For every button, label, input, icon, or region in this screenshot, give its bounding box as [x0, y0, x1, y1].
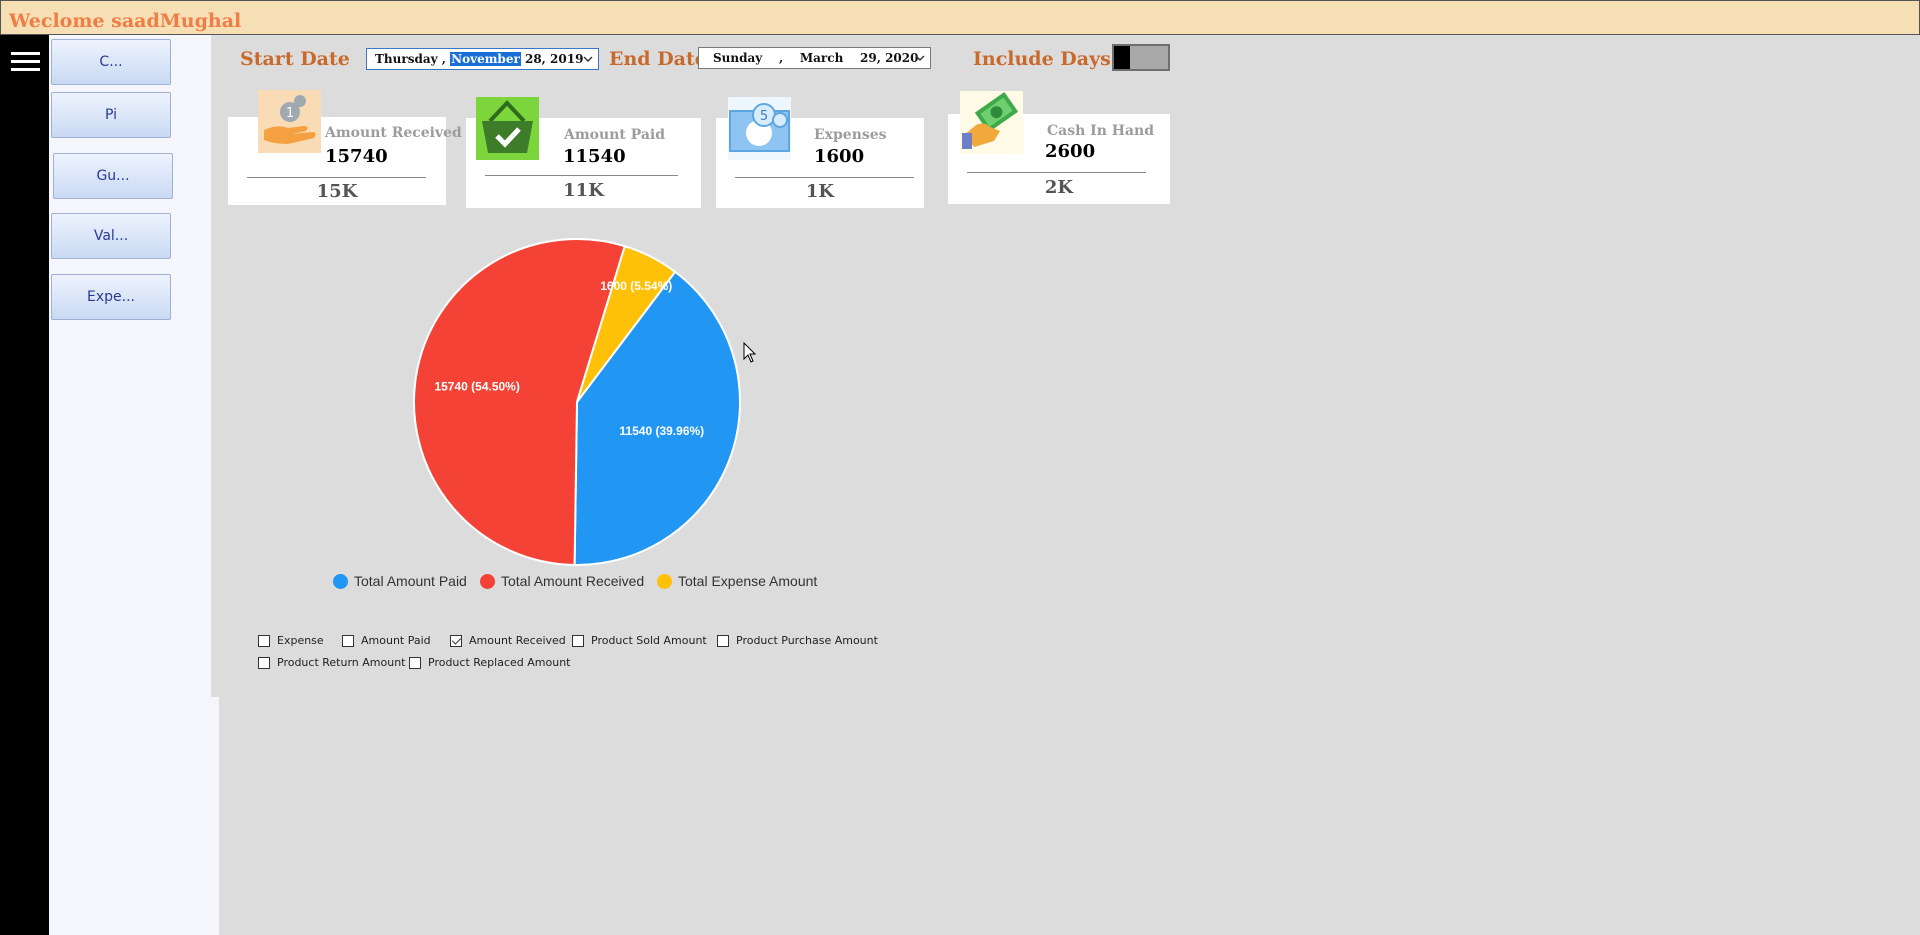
legend-swatch	[480, 573, 495, 589]
sidebar-item-label: Gu...	[96, 168, 130, 184]
legend-item-received[interactable]: Total Amount Received	[480, 573, 644, 589]
checkbox-expense[interactable]: Expense	[258, 634, 324, 647]
end-date-picker[interactable]: Sunday , March 29, 2020	[698, 47, 931, 69]
card-summary: 2K	[1044, 177, 1074, 198]
checkbox-product-sold-amount[interactable]: Product Sold Amount	[572, 634, 707, 647]
card-title: Expenses	[814, 127, 887, 143]
legend-swatch	[657, 573, 672, 589]
checkbox-box	[450, 634, 462, 647]
mouse-cursor-icon	[743, 342, 757, 363]
pie-data-label: 11540 (39.96%)	[619, 424, 704, 438]
checkbox-box	[258, 634, 270, 647]
checkbox-box	[717, 634, 729, 647]
basket-check-icon	[476, 97, 539, 160]
window-title: Weclome saadMughal	[9, 10, 242, 32]
banknote-coins-icon: 5	[728, 97, 791, 160]
legend-item-paid[interactable]: Total Amount Paid	[333, 573, 467, 589]
legend-label: Total Amount Received	[501, 573, 645, 589]
pie-data-label: 1600 (5.54%)	[600, 279, 672, 293]
card-value: 11540	[563, 146, 626, 167]
card-value: 1600	[814, 146, 865, 167]
card-title: Amount Paid	[564, 127, 666, 143]
card-title: Cash In Hand	[1047, 123, 1155, 139]
sidebar-item-1[interactable]: C...	[51, 39, 171, 85]
sidebar-item-2[interactable]: Pi	[51, 92, 171, 138]
checkbox-product-return-amount[interactable]: Product Return Amount	[258, 656, 406, 669]
sidebar-item-3[interactable]: Gu...	[53, 153, 173, 199]
card-value: 2600	[1045, 141, 1096, 162]
svg-text:1: 1	[286, 106, 294, 121]
card-summary: 15K	[316, 181, 358, 202]
chevron-down-icon	[583, 56, 593, 62]
checkbox-product-purchase-amount[interactable]: Product Purchase Amount	[717, 634, 878, 647]
start-date-label: Start Date	[240, 48, 350, 70]
sidebar: C... Pi Gu... Val... Expe...	[49, 35, 211, 935]
sidebar-item-label: C...	[99, 54, 123, 70]
checkbox-box	[342, 634, 354, 647]
checkbox-box	[258, 656, 270, 669]
svg-text:5: 5	[760, 109, 768, 124]
sidebar-item-label: Val...	[93, 228, 129, 244]
card-summary: 1K	[805, 181, 835, 202]
sidebar-item-4[interactable]: Val...	[51, 213, 171, 259]
include-days-toggle[interactable]	[1112, 44, 1170, 71]
sidebar-item-label: Pi	[104, 107, 118, 123]
pie-chart: 11540 (39.96%) 15740 (54.50%) 1600 (5.54%)	[413, 238, 741, 566]
pie-data-label: 15740 (54.50%)	[434, 379, 519, 393]
checkbox-amount-received[interactable]: Amount Received	[450, 634, 566, 647]
hamburger-menu-icon[interactable]	[11, 52, 40, 72]
card-title: Amount Received	[325, 125, 462, 141]
checkbox-box	[572, 634, 584, 647]
chevron-down-icon	[915, 55, 925, 61]
card-summary: 11K	[563, 180, 604, 201]
end-date-label: End Date	[609, 48, 707, 70]
legend-item-expense[interactable]: Total Expense Amount	[657, 573, 817, 589]
hand-coins-icon: 1	[258, 90, 321, 153]
checkbox-product-replaced-amount[interactable]: Product Replaced Amount	[409, 656, 570, 669]
nav-strip	[0, 35, 49, 935]
title-bar: Weclome saadMughal	[0, 0, 1920, 35]
card-value: 15740	[325, 146, 388, 167]
checkbox-box	[409, 656, 421, 669]
legend-label: Total Amount Paid	[354, 573, 467, 589]
checkbox-amount-paid[interactable]: Amount Paid	[342, 634, 431, 647]
legend-swatch	[333, 573, 348, 589]
legend-label: Total Expense Amount	[678, 573, 818, 589]
include-days-label: Include Days	[973, 48, 1111, 70]
start-date-picker[interactable]: Thursday , November 28, 2019	[366, 48, 599, 70]
sidebar-item-label: Expe...	[87, 289, 135, 305]
sidebar-item-5[interactable]: Expe...	[51, 274, 171, 320]
hand-cash-icon	[960, 91, 1023, 154]
